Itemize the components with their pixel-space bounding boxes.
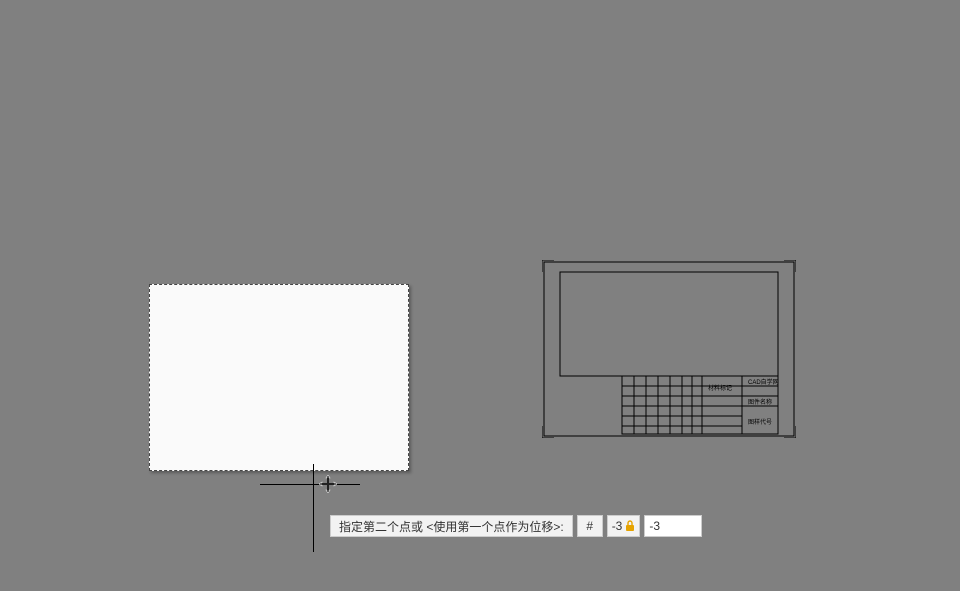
y-offset-input[interactable] — [644, 515, 702, 537]
titleblock-label-mid: 图件名称 — [748, 398, 772, 406]
titleblock-label-top: 材料标记 — [708, 384, 732, 392]
dynamic-input-bar: 指定第二个点或 <使用第一个点作为位移>: # -3 — [330, 515, 702, 537]
crosshair-vertical — [313, 464, 314, 552]
lock-icon — [625, 520, 635, 532]
locked-x-field[interactable]: -3 — [607, 515, 641, 537]
crosshair-horizontal — [260, 484, 360, 485]
titleblock-label-bottom: 图样代号 — [748, 418, 772, 426]
locked-x-value: -3 — [612, 519, 623, 533]
cad-canvas[interactable]: 材料标记 CAD自学网 图件名称 图样代号 指定第二个点或 <使用第一个点作为位… — [0, 0, 960, 591]
titleblock-stamp: CAD自学网 — [748, 378, 779, 386]
hash-label: # — [577, 515, 603, 537]
selection-rectangle — [149, 284, 409, 471]
drawing-frame: 材料标记 CAD自学网 图件名称 图样代号 — [542, 260, 796, 438]
command-prompt-label: 指定第二个点或 <使用第一个点作为位移>: — [330, 515, 573, 537]
